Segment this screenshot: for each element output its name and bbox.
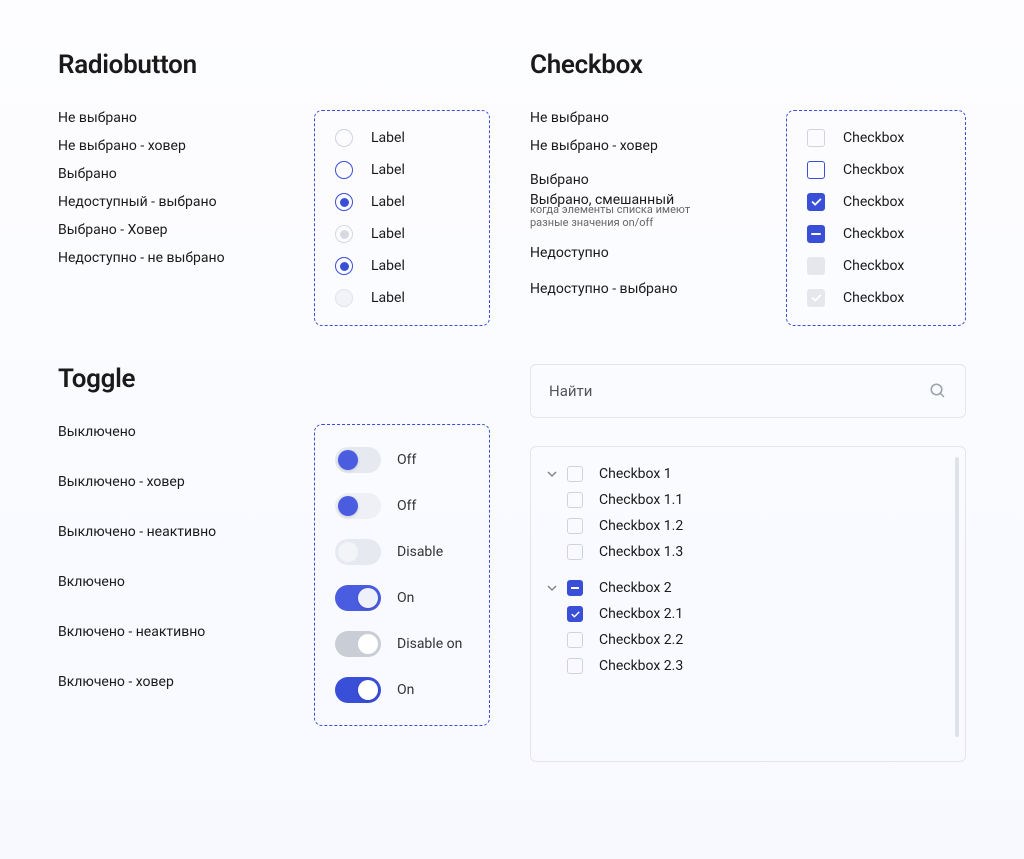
search-icon xyxy=(929,382,947,400)
toggle-disabled-on xyxy=(335,631,381,657)
radio-unchecked[interactable] xyxy=(335,129,353,147)
tree-checkbox[interactable] xyxy=(567,544,583,560)
tree-checkbox[interactable] xyxy=(567,492,583,508)
state-label: Не выбрано - ховер xyxy=(58,138,258,154)
radio-unchecked-hover[interactable] xyxy=(335,161,353,179)
tree-checkbox[interactable] xyxy=(567,466,583,482)
tree-child[interactable]: Checkbox 2.3 xyxy=(547,653,949,679)
checkbox-checked[interactable] xyxy=(807,193,825,211)
radio-disabled xyxy=(335,289,353,307)
state-label: Недоступно - выбрано xyxy=(530,281,730,297)
state-label: Выключено - ховер xyxy=(58,474,258,490)
tree-label: Checkbox 1 xyxy=(599,466,672,482)
tree-checkbox-checked[interactable] xyxy=(567,606,583,622)
state-label: Недоступно - не выбрано xyxy=(58,250,258,266)
radio-demo: Label Label Label Label Label Label xyxy=(314,110,490,326)
toggle-label: On xyxy=(397,590,414,606)
checkbox-label: Checkbox xyxy=(843,130,904,146)
radio-label: Label xyxy=(371,130,405,146)
checkbox-state-list: Не выбрано Не выбрано - ховер Выбрано Вы… xyxy=(530,110,730,297)
scrollbar[interactable] xyxy=(955,457,959,737)
state-label: Включено - неактивно xyxy=(58,624,258,640)
toggle-label: Disable xyxy=(397,544,443,560)
tree-checkbox[interactable] xyxy=(567,658,583,674)
state-label: Выключено - неактивно xyxy=(58,524,258,540)
checkbox-label: Checkbox xyxy=(843,194,904,210)
checkbox-demo: Checkbox Checkbox Checkbox Checkbox Chec… xyxy=(786,110,966,326)
checkbox-unchecked[interactable] xyxy=(807,129,825,147)
checkbox-title: Checkbox xyxy=(530,50,966,80)
tree-checkbox-indeterminate[interactable] xyxy=(567,580,583,596)
state-label: Недоступный - выбрано xyxy=(58,194,258,210)
state-label: Выбрано xyxy=(58,166,258,182)
chevron-down-icon xyxy=(547,469,557,479)
state-label: Включено - ховер xyxy=(58,674,258,690)
state-label: Включено xyxy=(58,574,258,590)
toggle-demo: Off Off Disable On Disable on On xyxy=(314,424,490,726)
toggle-label: On xyxy=(397,682,414,698)
toggle-label: Off xyxy=(397,498,416,514)
toggle-title: Toggle xyxy=(58,364,490,394)
toggle-on-hover[interactable] xyxy=(335,677,381,703)
tree-child[interactable]: Checkbox 2.1 xyxy=(547,601,949,627)
radio-label: Label xyxy=(371,226,405,242)
radio-label: Label xyxy=(371,194,405,210)
radio-selected-hover[interactable] xyxy=(335,257,353,275)
tree-parent[interactable]: Checkbox 1 xyxy=(547,461,949,487)
radio-label: Label xyxy=(371,290,405,306)
search-input[interactable]: Найти xyxy=(530,364,966,418)
tree-checkbox[interactable] xyxy=(567,518,583,534)
toggle-off-hover[interactable] xyxy=(335,493,381,519)
search-placeholder: Найти xyxy=(549,382,592,400)
checkbox-disabled xyxy=(807,257,825,275)
checkbox-tree: Checkbox 1 Checkbox 1.1 Checkbox 1.2 Che… xyxy=(530,446,966,762)
state-label: Не выбрано xyxy=(58,110,258,126)
checkbox-disabled-checked xyxy=(807,289,825,307)
tree-label: Checkbox 1.3 xyxy=(599,544,683,560)
radio-state-list: Не выбрано Не выбрано - ховер Выбрано Не… xyxy=(58,110,258,266)
toggle-label: Off xyxy=(397,452,416,468)
state-label: Выбрано xyxy=(530,172,730,188)
tree-child[interactable]: Checkbox 1.3 xyxy=(547,539,949,565)
radio-label: Label xyxy=(371,258,405,274)
tree-parent[interactable]: Checkbox 2 xyxy=(547,575,949,601)
tree-checkbox[interactable] xyxy=(567,632,583,648)
radio-label: Label xyxy=(371,162,405,178)
state-label: Выключено xyxy=(58,424,258,440)
toggle-state-list: Выключено Выключено - ховер Выключено - … xyxy=(58,424,258,690)
checkbox-label: Checkbox xyxy=(843,162,904,178)
checkbox-unchecked-hover[interactable] xyxy=(807,161,825,179)
tree-child[interactable]: Checkbox 1.2 xyxy=(547,513,949,539)
checkbox-indeterminate[interactable] xyxy=(807,225,825,243)
tree-label: Checkbox 2.3 xyxy=(599,658,683,674)
toggle-off[interactable] xyxy=(335,447,381,473)
tree-child[interactable]: Checkbox 1.1 xyxy=(547,487,949,513)
toggle-label: Disable on xyxy=(397,636,462,652)
toggle-on[interactable] xyxy=(335,585,381,611)
checkbox-label: Checkbox xyxy=(843,258,904,274)
radio-selected[interactable] xyxy=(335,193,353,211)
state-label: Недоступно xyxy=(530,245,730,261)
state-label: Не выбрано - ховер xyxy=(530,138,730,154)
tree-label: Checkbox 1.2 xyxy=(599,518,683,534)
chevron-down-icon xyxy=(547,583,557,593)
tree-child[interactable]: Checkbox 2.2 xyxy=(547,627,949,653)
checkbox-label: Checkbox xyxy=(843,226,904,242)
tree-label: Checkbox 1.1 xyxy=(599,492,683,508)
state-label: Выбрано - Ховер xyxy=(58,222,258,238)
tree-label: Checkbox 2.2 xyxy=(599,632,683,648)
checkbox-label: Checkbox xyxy=(843,290,904,306)
state-label: Не выбрано xyxy=(530,110,730,126)
toggle-disabled xyxy=(335,539,381,565)
radio-title: Radiobutton xyxy=(58,50,490,80)
state-sublabel: когда элементы списка имеют разные значе… xyxy=(530,203,730,229)
radio-disabled-selected xyxy=(335,225,353,243)
tree-label: Checkbox 2 xyxy=(599,580,672,596)
tree-label: Checkbox 2.1 xyxy=(599,606,683,622)
